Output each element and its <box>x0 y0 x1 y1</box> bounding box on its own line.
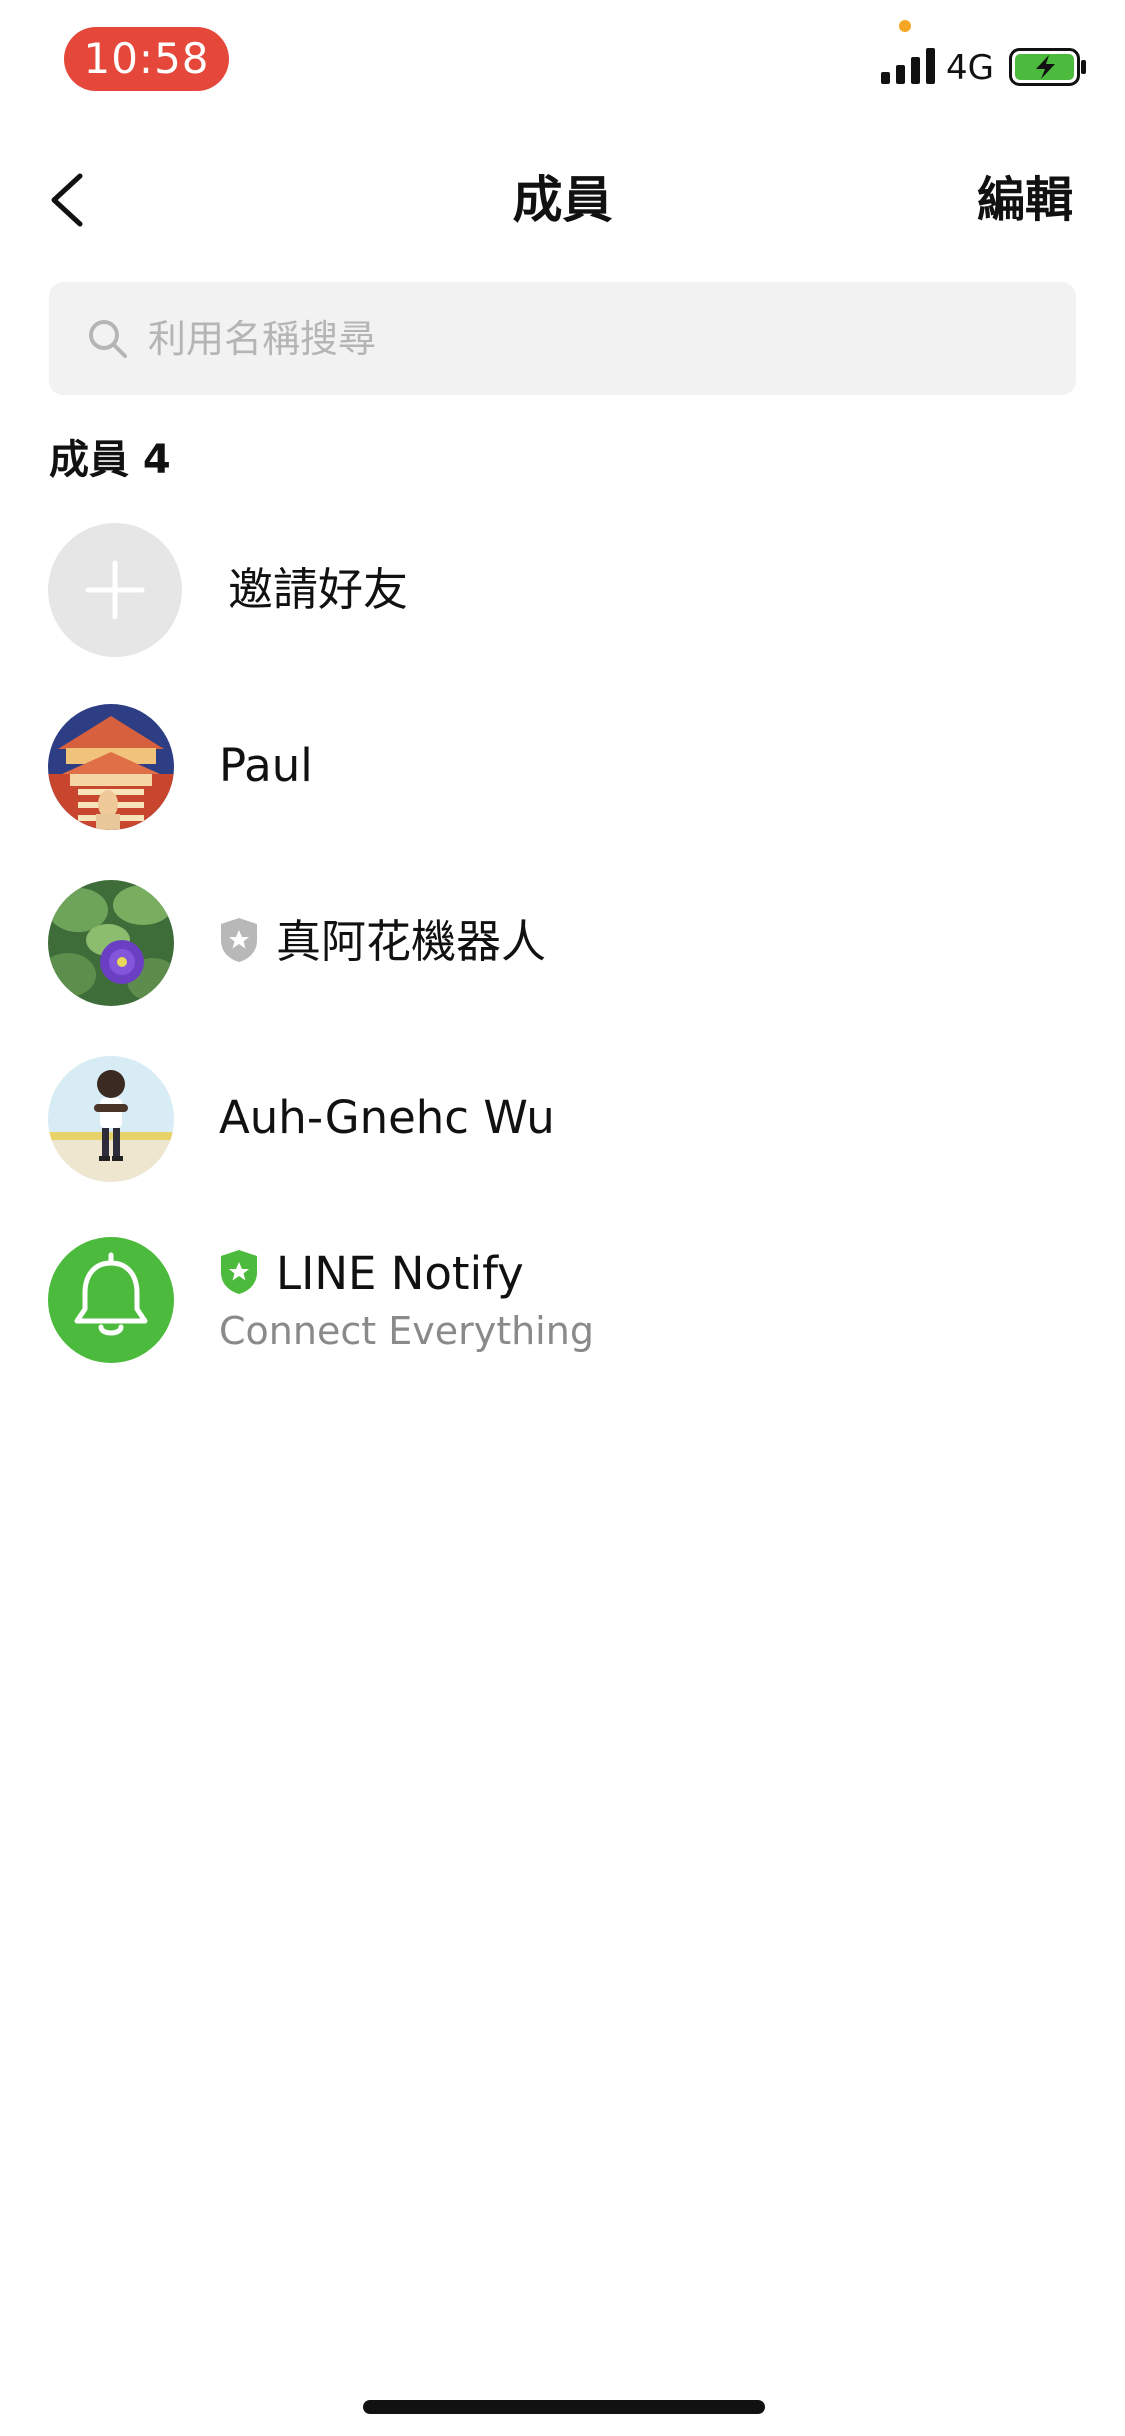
navigation-bar: 成員 編輯 <box>0 150 1125 250</box>
edit-button[interactable]: 編輯 <box>977 168 1073 232</box>
status-bar: 10:58 4G <box>0 0 1125 130</box>
member-row[interactable]: Paul <box>0 684 1125 854</box>
members-count-header: 成員 4 <box>49 437 171 483</box>
add-avatar <box>48 523 182 657</box>
home-indicator[interactable] <box>363 2400 765 2414</box>
cartoon-person-photo <box>48 1056 174 1182</box>
plus-icon <box>85 560 145 620</box>
avatar <box>48 1237 174 1363</box>
avatar <box>48 704 174 830</box>
members-screen: 10:58 4G 成員 編輯 成員 4 <box>0 0 1125 2436</box>
invite-friends-row[interactable]: 邀請好友 <box>0 508 1125 678</box>
battery-charging-icon <box>1009 48 1086 86</box>
status-time[interactable]: 10:58 <box>64 27 229 91</box>
avatar <box>48 1056 174 1182</box>
search-bar[interactable] <box>49 282 1076 395</box>
member-name: LINE Notify <box>276 1247 524 1300</box>
member-subtitle: Connect Everything <box>219 1309 594 1353</box>
member-name: Auh-Gnehc Wu <box>219 1091 555 1144</box>
temple-photo <box>48 704 174 830</box>
cellular-signal-icon <box>881 48 935 84</box>
network-type: 4G <box>946 48 994 88</box>
member-row[interactable]: 真阿花機器人 <box>0 860 1125 1030</box>
member-name: Paul <box>219 739 313 792</box>
member-row[interactable]: LINE Notify Connect Everything <box>0 1212 1125 1382</box>
purple-flower-photo <box>48 880 174 1006</box>
search-icon <box>89 320 127 358</box>
invite-friends-label: 邀請好友 <box>228 563 409 616</box>
avatar <box>48 880 174 1006</box>
green-shield-star-icon <box>221 1250 257 1294</box>
bell-icon <box>74 1252 148 1336</box>
privacy-indicator-dot <box>899 20 911 32</box>
member-name: 真阿花機器人 <box>276 915 547 968</box>
search-input[interactable] <box>146 306 1026 372</box>
gray-shield-star-icon <box>221 918 257 962</box>
page-title: 成員 <box>512 171 613 229</box>
member-row[interactable]: Auh-Gnehc Wu <box>0 1036 1125 1206</box>
